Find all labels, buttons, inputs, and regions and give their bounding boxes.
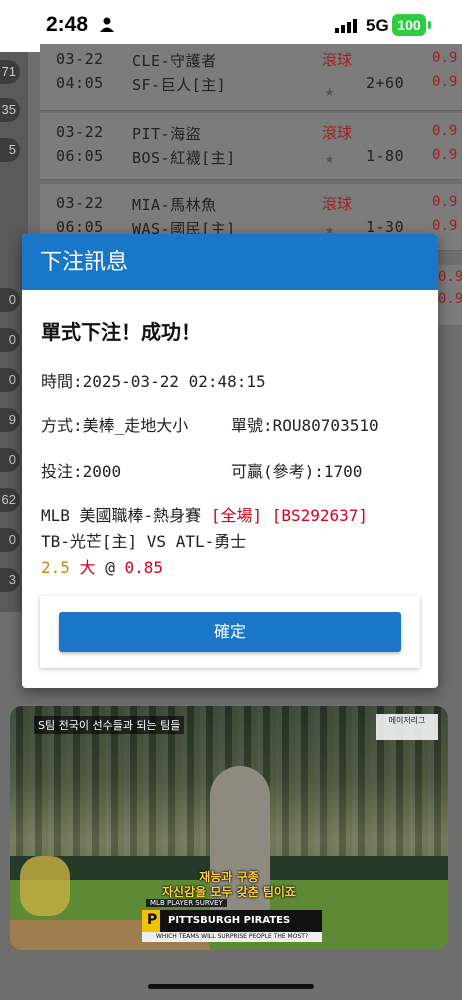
person-icon <box>100 17 114 32</box>
home-team: SF-巨人[主] <box>132 76 227 94</box>
game-date: 03-22 <box>56 194 104 212</box>
odds-value[interactable]: 0.9 <box>432 147 457 163</box>
odds-value[interactable]: 0.9 <box>432 123 457 139</box>
live-label: 滾球 <box>322 196 353 213</box>
selection-line: 2.5 大 @ 0.85 <box>41 554 163 578</box>
side-pill[interactable]: 5 <box>0 138 20 162</box>
side-pill[interactable]: 0 <box>0 368 20 392</box>
game-time: 06:05 <box>56 147 104 165</box>
handicap-line: 1-80 <box>366 147 405 165</box>
side-pill[interactable]: 71 <box>0 60 20 84</box>
star-icon[interactable]: ★ <box>325 149 334 167</box>
confirm-card: 確定 <box>40 596 420 668</box>
game-time: 04:05 <box>56 74 104 92</box>
catcher-figure <box>20 856 70 916</box>
game-row[interactable]: 03-22 06:05 PIT-海盜 BOS-紅襪[主] 滾球 ★ 1-80 0… <box>40 113 462 180</box>
success-message: 單式下注！成功！ <box>41 320 201 344</box>
bet-info-dialog: 下注訊息 單式下注！成功！ 時間:2025-03-22 02:48:15 方式:… <box>22 234 438 688</box>
stake-amount: 投注:2000 <box>41 462 122 481</box>
ticket-number: 單號:ROU80703510 <box>231 416 379 435</box>
survey-question: WHICH TEAMS WILL SURPRISE PEOPLE THE MOS… <box>142 932 322 942</box>
network-label: 5G <box>366 16 389 35</box>
bet-method: 方式:美棒_走地大小 <box>41 416 189 435</box>
league-name: MLB 美國職棒-熱身賽 <box>41 506 202 525</box>
video-player[interactable]: S팀 전국이 선수들과 되는 팀들 메이저리그 재능과 구종 자신감을 모두 갖… <box>10 706 448 950</box>
side-pill[interactable]: 0 <box>0 448 20 472</box>
bet-code: [BS292637] <box>271 506 369 525</box>
at-symbol: @ <box>105 558 115 577</box>
matchup: TB-光芒[主] VS ATL-勇士 <box>41 532 247 551</box>
subtitle-line-1: 재능과 구종 <box>199 870 259 884</box>
price-value: 0.85 <box>124 558 164 577</box>
game-date: 03-22 <box>56 123 104 141</box>
period-label: [全場] <box>210 506 263 525</box>
side-pill[interactable]: 9 <box>0 408 20 432</box>
team-logo-letter: P <box>147 912 158 928</box>
odds-value[interactable]: 0.9 <box>432 50 457 66</box>
potential-win: 可贏(參考):1700 <box>231 462 363 481</box>
side-pill[interactable]: 0 <box>0 528 20 552</box>
korean-subtitle: 재능과 구종 자신감을 모두 갖춘 팀이죠 <box>162 870 296 900</box>
survey-label: MLB PLAYER SURVEY <box>146 899 227 907</box>
game-date: 03-22 <box>56 50 104 68</box>
odds-value[interactable]: 0.9 <box>438 291 462 307</box>
subtitle-line-2: 자신감을 모두 갖춘 팀이죠 <box>162 885 296 899</box>
odds-value[interactable]: 0.9 <box>438 269 462 285</box>
home-indicator[interactable] <box>148 984 314 989</box>
odds-value[interactable]: 0.9 <box>432 194 457 210</box>
odds-value[interactable]: 0.9 <box>432 218 457 234</box>
handicap-line: 2+60 <box>366 74 405 92</box>
side-pill[interactable]: 3 <box>0 568 20 592</box>
away-team: CLE-守護者 <box>132 52 217 70</box>
right-odds-strip: 0.9 0.9 <box>438 265 462 325</box>
handicap-value: 2.5 <box>41 558 70 577</box>
side-pill[interactable]: 62 <box>0 488 20 512</box>
video-caption-top: S팀 전국이 선수들과 되는 팀들 <box>34 716 185 734</box>
game-row[interactable]: 03-22 04:05 CLE-守護者 SF-巨人[主] 滾球 ★ 2+60 0… <box>40 44 462 111</box>
battery-tip <box>428 21 431 29</box>
status-time: 2:48 <box>46 13 89 36</box>
dialog-title: 下注訊息 <box>22 234 438 290</box>
away-team: PIT-海盜 <box>132 125 202 143</box>
broadcast-logo: 메이저리그 <box>376 714 438 740</box>
home-team: BOS-紅襪[主] <box>132 149 236 167</box>
live-label: 滾球 <box>322 52 353 69</box>
odds-value[interactable]: 0.9 <box>432 74 457 90</box>
signal-icon <box>335 19 357 33</box>
league-line: MLB 美國職棒-熱身賽 [全場] [BS292637] <box>41 502 368 526</box>
pick-label: 大 <box>79 558 96 577</box>
star-icon[interactable]: ★ <box>325 82 334 100</box>
away-team: MIA-馬林魚 <box>132 196 217 214</box>
side-pill[interactable]: 35 <box>0 98 20 122</box>
live-label: 滾球 <box>322 125 353 142</box>
side-pill[interactable]: 0 <box>0 328 20 352</box>
battery-icon: 100 <box>392 14 426 36</box>
side-pill[interactable]: 0 <box>0 288 20 312</box>
confirm-button[interactable]: 確定 <box>59 612 401 652</box>
bet-time: 時間:2025-03-22 02:48:15 <box>41 372 266 391</box>
team-banner: PITTSBURGH PIRATES <box>142 910 322 932</box>
